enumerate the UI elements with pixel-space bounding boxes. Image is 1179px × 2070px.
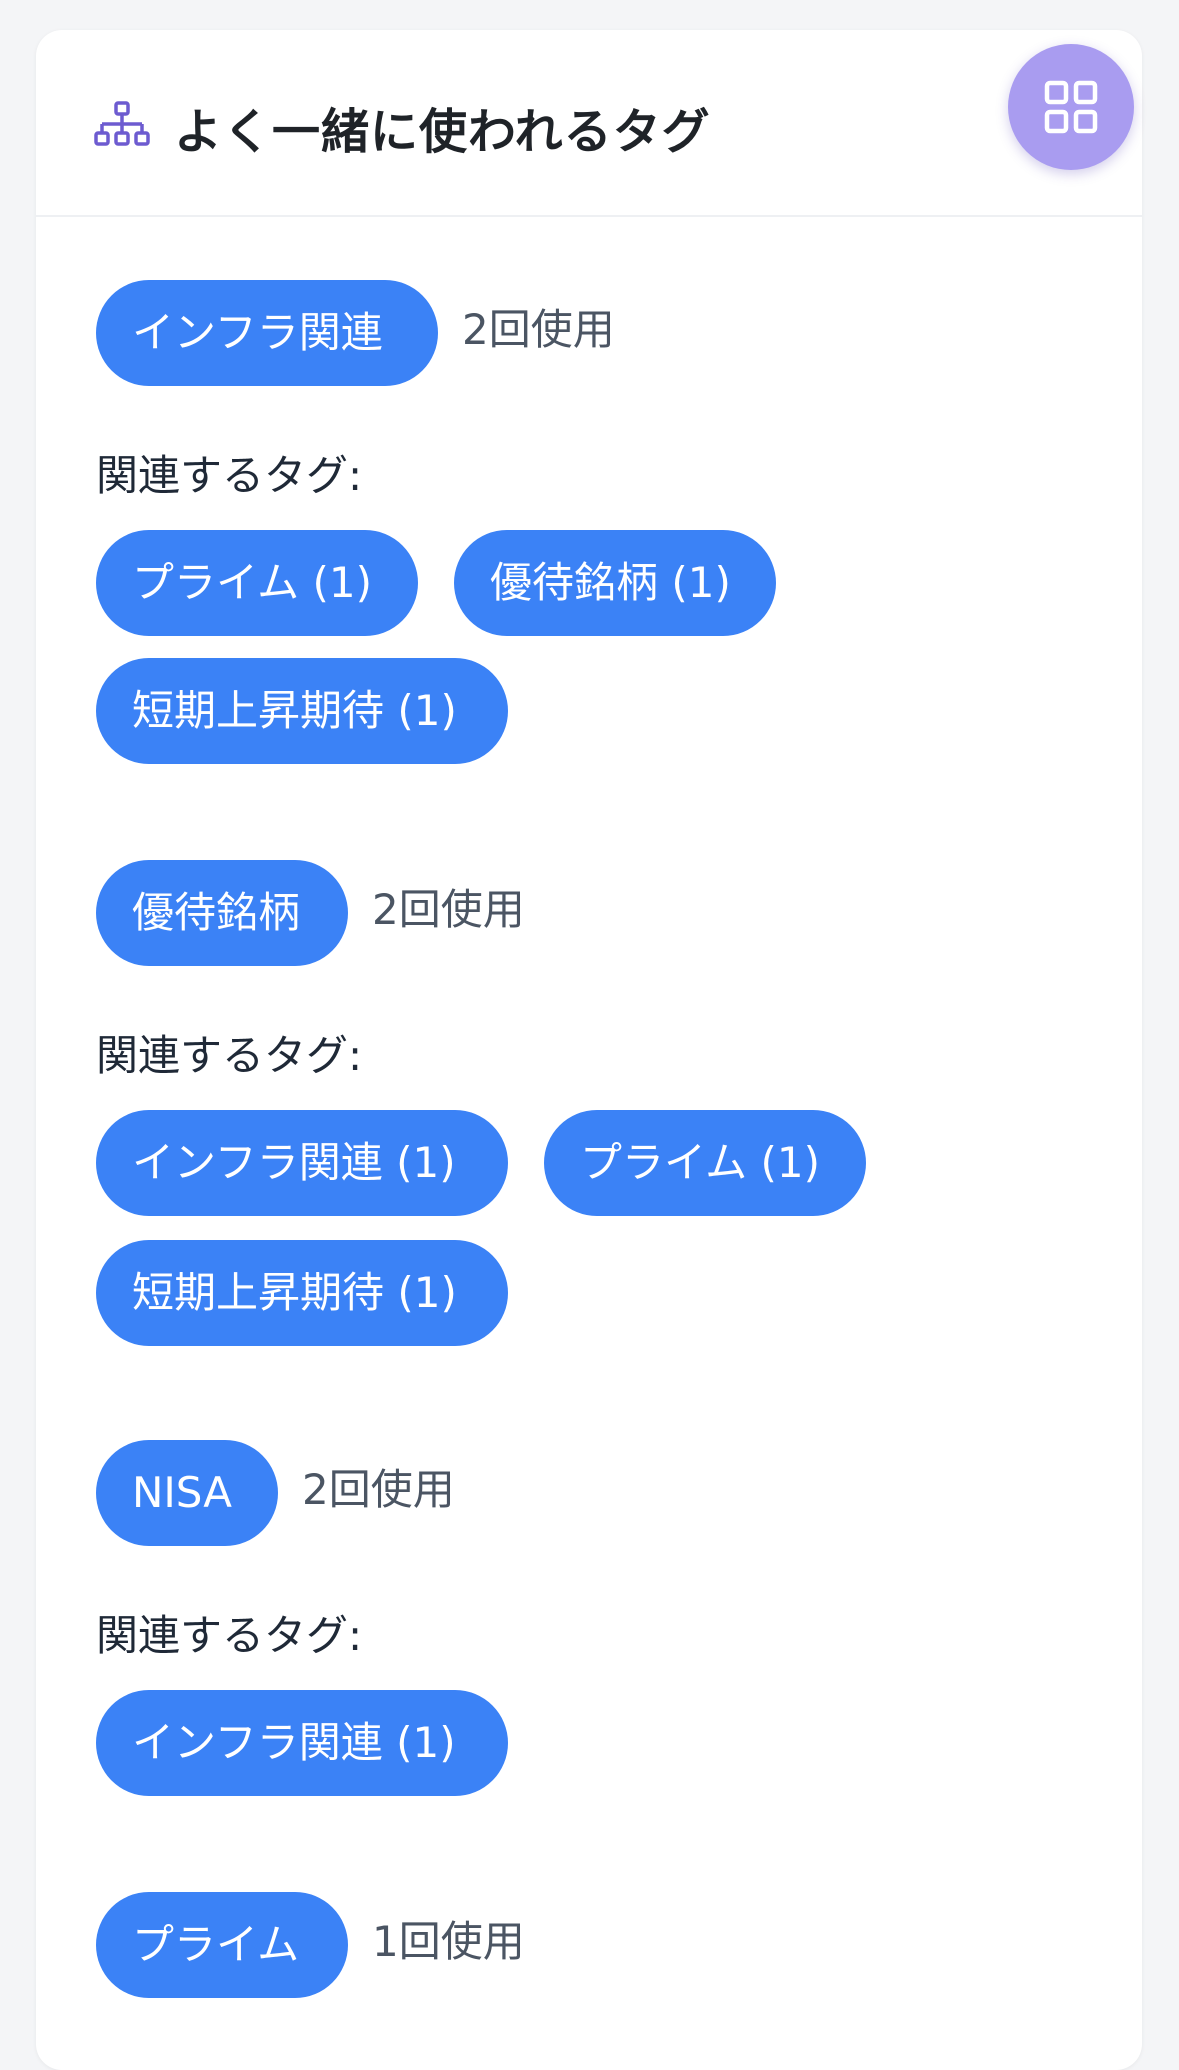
usage-count: 2回使用 [462,305,615,354]
usage-count: 2回使用 [302,1465,455,1514]
tag-pill-main[interactable]: NISA [96,1440,278,1546]
tag-pill-main[interactable]: 優待銘柄 [96,860,348,966]
related-tag-pill[interactable]: インフラ関連 (1) [96,1690,508,1796]
grid-menu-button[interactable] [1008,44,1134,170]
usage-count: 1回使用 [372,1917,525,1966]
related-tag-pill[interactable]: 短期上昇期待 (1) [96,1240,508,1346]
card-header: よく一緒に使われるタグ [36,30,1142,217]
related-tag-pill[interactable]: プライム (1) [96,530,418,636]
related-tags-label: 関連するタグ: [96,1611,363,1660]
related-tag-pill[interactable]: 優待銘柄 (1) [454,530,776,636]
usage-count: 2回使用 [372,885,525,934]
related-tag-pill[interactable]: インフラ関連 (1) [96,1110,508,1216]
related-tag-pill[interactable]: 短期上昇期待 (1) [96,658,508,764]
sitemap-icon [94,100,150,150]
tag-pill-main[interactable]: インフラ関連 [96,280,438,386]
tag-pill-main[interactable]: プライム [96,1892,348,1998]
related-tags-label: 関連するタグ: [96,1031,363,1080]
frequent-tags-card: よく一緒に使われるタグ インフラ関連 2回使用 関連するタグ: プライム (1)… [36,30,1142,2070]
related-tag-pill[interactable]: プライム (1) [544,1110,866,1216]
card-title: よく一緒に使われるタグ [174,104,711,160]
related-tags-label: 関連するタグ: [96,451,363,500]
